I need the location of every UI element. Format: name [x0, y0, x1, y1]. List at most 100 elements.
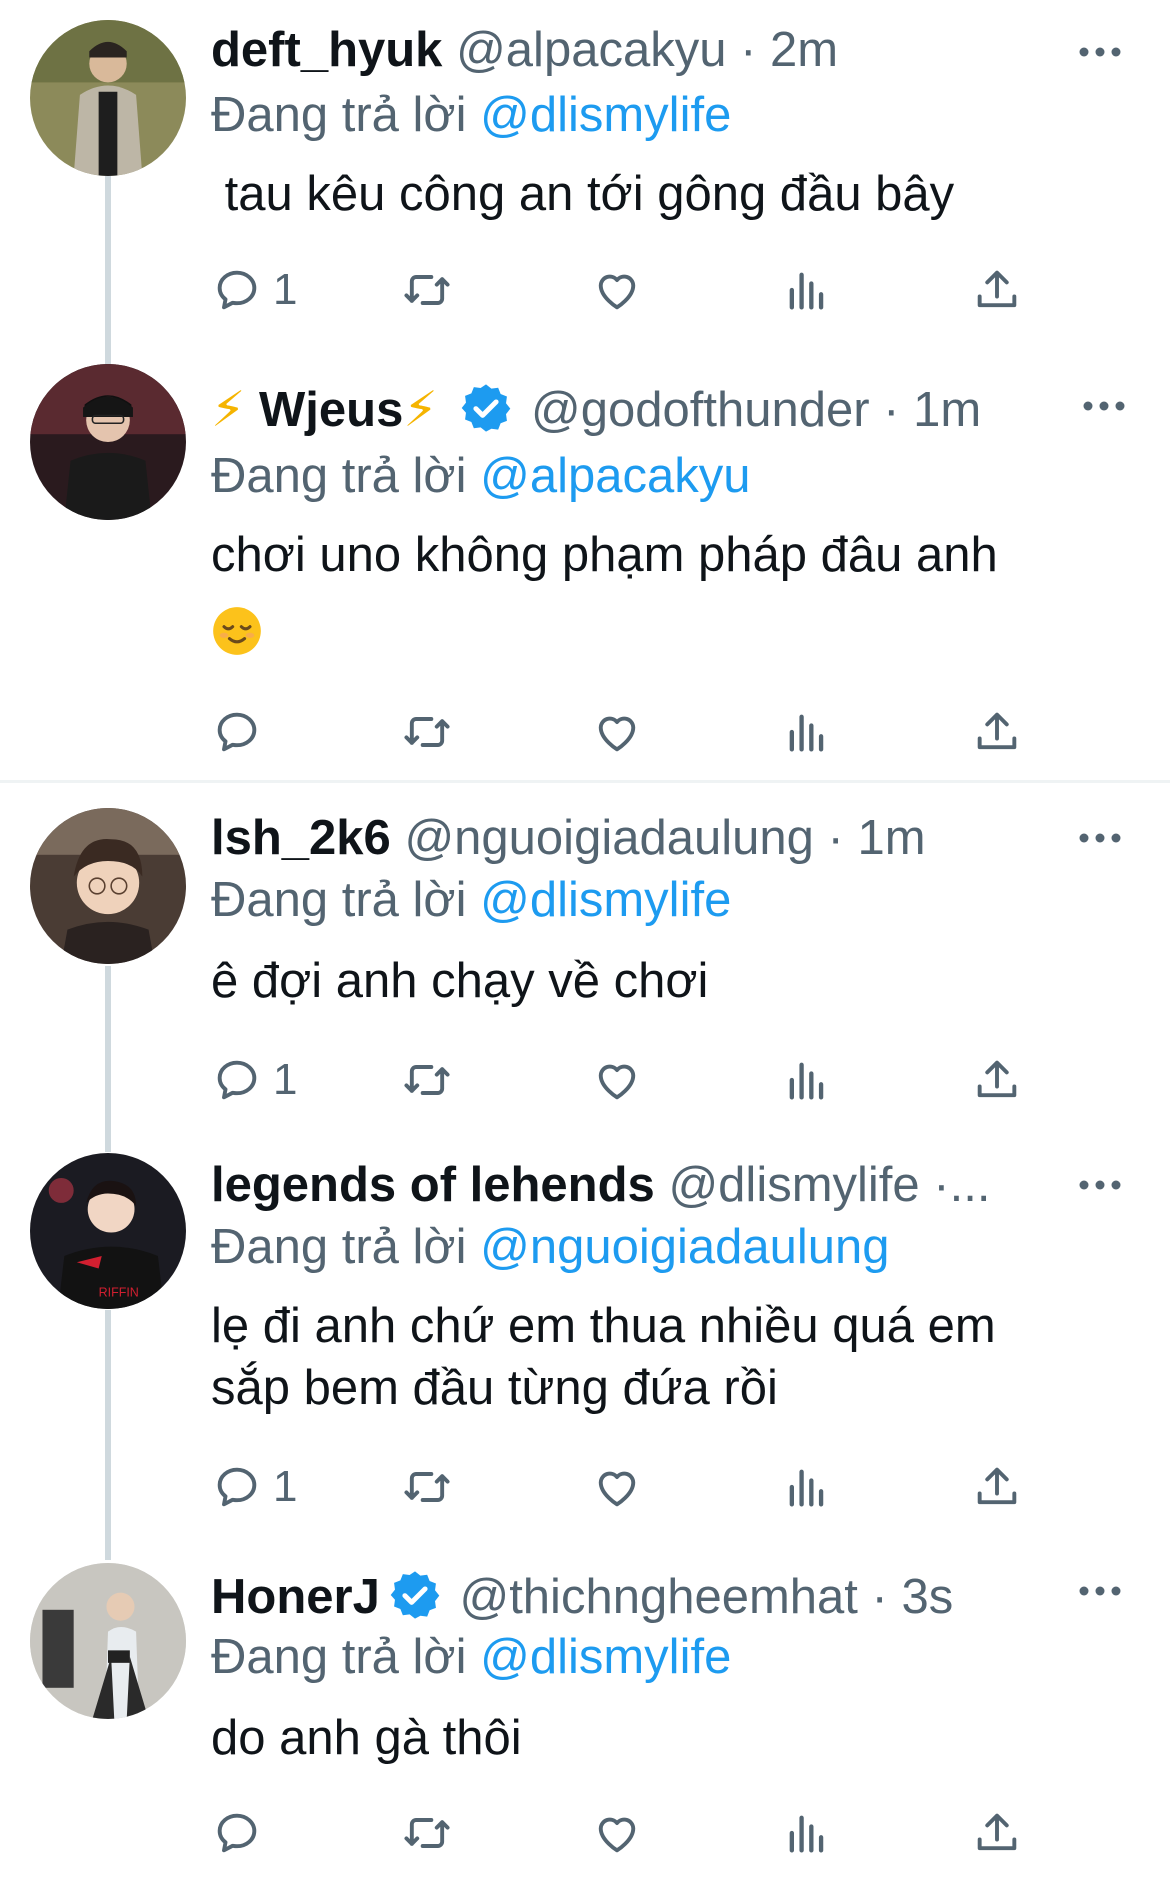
tweet-text: ê đợi anh chạy về chơi [211, 954, 709, 1008]
reply-icon [217, 1060, 257, 1100]
avatar[interactable] [30, 1563, 186, 1719]
user-handle[interactable]: @dlismylife [668, 1158, 919, 1212]
more-icon[interactable] [1070, 1561, 1130, 1621]
views-button[interactable] [781, 260, 833, 320]
avatar[interactable] [30, 20, 186, 176]
share-button[interactable] [971, 1803, 1023, 1863]
share-button[interactable] [971, 260, 1023, 320]
tweet[interactable]: HonerJ @thichngheemhat · 3s Đang trả lời… [0, 1545, 1170, 1887]
tweet[interactable]: ⚡ Wjeus⚡ @godofthunder · 1m Đang trả lời… [0, 360, 1170, 780]
retweet-button[interactable] [401, 702, 453, 762]
more-icon[interactable] [1070, 1155, 1130, 1215]
share-icon [977, 1813, 1017, 1851]
like-button[interactable] [591, 1803, 643, 1863]
timestamp[interactable]: 3s [901, 1570, 953, 1624]
retweet-button[interactable] [401, 1803, 453, 1863]
display-name[interactable]: Wjeus [259, 383, 403, 437]
retweet-button[interactable] [401, 1457, 453, 1517]
relieved-face-emoji-icon [213, 607, 261, 655]
reply-icon [217, 270, 257, 310]
user-handle[interactable]: @godofthunder [531, 383, 870, 437]
timestamp[interactable]: 2m [770, 23, 838, 77]
replying-to: Đang trả lời @dlismylife [211, 1627, 731, 1687]
tweet-text-line-2: sắp bem đầu từng đứa rồi [211, 1361, 778, 1415]
reply-button[interactable]: 1 [211, 1457, 297, 1517]
tweet[interactable]: lsh_2k6 @nguoigiadaulung · 1m Đang trả l… [0, 790, 1170, 1130]
replying-to: Đang trả lời @alpacakyu [211, 446, 750, 506]
avatar[interactable] [30, 364, 186, 520]
views-button[interactable] [781, 1457, 833, 1517]
share-icon [977, 712, 1017, 750]
user-handle[interactable]: @alpacakyu [456, 23, 726, 77]
timestamp[interactable]: 1m [913, 383, 981, 437]
views-icon [789, 1469, 824, 1507]
tweet-emoji-line [211, 602, 1120, 664]
reply-mention-link[interactable]: @alpacakyu [480, 449, 750, 503]
user-handle[interactable]: @nguoigiadaulung [404, 811, 813, 865]
more-icon[interactable] [1070, 808, 1130, 868]
like-button[interactable] [591, 260, 643, 320]
tweet-text: tau kêu công an tới gông đầu bây [211, 167, 955, 221]
timestamp[interactable]: ·... [933, 1158, 990, 1212]
reply-button[interactable] [211, 702, 273, 762]
reply-button[interactable] [211, 1803, 273, 1863]
reply-mention-link[interactable]: @dlismylife [480, 873, 731, 927]
retweet-button[interactable] [401, 260, 453, 320]
tweet-header: HonerJ @thichngheemhat · 3s [211, 1567, 1080, 1627]
reply-button[interactable]: 1 [211, 260, 297, 320]
reply-icon [217, 712, 257, 752]
reply-count: 1 [273, 1462, 298, 1511]
replying-to: Đang trả lời @dlismylife [211, 870, 731, 930]
more-icon[interactable] [1074, 376, 1134, 436]
share-button[interactable] [971, 1050, 1023, 1110]
retweet-icon [404, 717, 450, 747]
display-name[interactable]: legends of lehends [211, 1158, 655, 1212]
replying-label: Đang trả lời [211, 1630, 467, 1684]
tweet[interactable]: RIFFIN legends of lehends @dlismylife ·.… [0, 1145, 1170, 1545]
views-icon [789, 714, 824, 752]
avatar[interactable]: RIFFIN [30, 1153, 186, 1309]
replying-to: Đang trả lời @dlismylife [211, 85, 731, 145]
retweet-icon [404, 1065, 450, 1095]
replying-label: Đang trả lời [211, 449, 467, 503]
like-icon [598, 1471, 636, 1507]
share-icon [977, 1467, 1017, 1505]
reply-mention-link[interactable]: @dlismylife [480, 88, 731, 142]
more-icon[interactable] [1070, 22, 1130, 82]
reply-button[interactable]: 1 [211, 1050, 297, 1110]
views-icon [789, 1062, 824, 1100]
like-button[interactable] [591, 1050, 643, 1110]
tweet[interactable]: deft_hyuk @alpacakyu · 2m Đang trả lời @… [0, 0, 1170, 360]
reply-icon [217, 1813, 257, 1853]
tweet-text: chơi uno không phạm pháp đâu anh [211, 528, 998, 582]
like-icon [598, 274, 636, 310]
tweet-actions [211, 1803, 1091, 1863]
reply-count: 1 [273, 265, 298, 314]
tweet-actions [211, 702, 1091, 762]
tweet-actions: 1 [211, 1457, 1091, 1517]
like-button[interactable] [591, 1457, 643, 1517]
user-handle[interactable]: @thichngheemhat [459, 1570, 857, 1624]
timestamp[interactable]: 1m [857, 811, 925, 865]
like-button[interactable] [591, 702, 643, 762]
display-name[interactable]: HonerJ [211, 1570, 380, 1624]
tweet-actions: 1 [211, 260, 1091, 320]
views-button[interactable] [781, 1050, 833, 1110]
retweet-icon [404, 1472, 450, 1502]
reply-thread-feed: deft_hyuk @alpacakyu · 2m Đang trả lời @… [0, 0, 1170, 1887]
share-button[interactable] [971, 1457, 1023, 1517]
share-icon [977, 270, 1017, 308]
views-button[interactable] [781, 1803, 833, 1863]
display-name[interactable]: deft_hyuk [211, 23, 442, 77]
verified-badge-icon [462, 384, 511, 432]
avatar[interactable] [30, 808, 186, 964]
share-icon [977, 1060, 1017, 1098]
display-name[interactable]: lsh_2k6 [211, 811, 391, 865]
share-button[interactable] [971, 702, 1023, 762]
reply-mention-link[interactable]: @nguoigiadaulung [480, 1220, 889, 1274]
retweet-button[interactable] [401, 1050, 453, 1110]
views-icon [789, 272, 824, 310]
tweet-actions: 1 [211, 1050, 1091, 1110]
reply-mention-link[interactable]: @dlismylife [480, 1630, 731, 1684]
views-button[interactable] [781, 702, 833, 762]
